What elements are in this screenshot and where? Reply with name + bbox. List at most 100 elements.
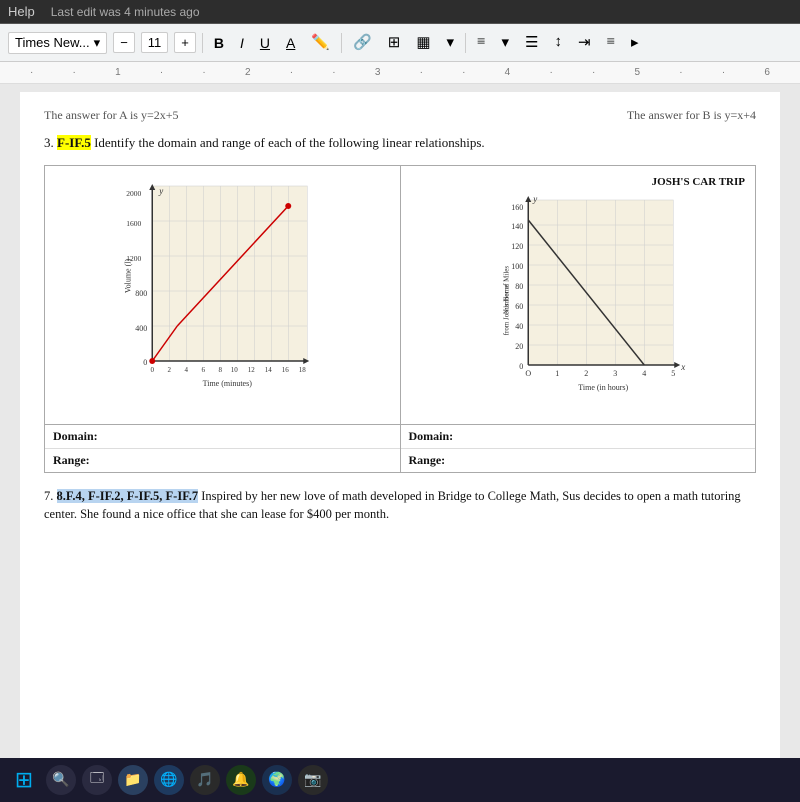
- domain-row-left: Domain:: [45, 425, 400, 449]
- svg-text:80: 80: [515, 282, 523, 291]
- camera-icon: 📷: [304, 772, 321, 789]
- svg-text:2: 2: [168, 366, 172, 374]
- svg-text:160: 160: [511, 203, 523, 212]
- image-icon[interactable]: ⊞: [383, 31, 406, 54]
- svg-text:0: 0: [519, 362, 523, 371]
- svg-text:800: 800: [135, 289, 147, 298]
- toolbar: Times New... ▾ − 11 + B I U A ✏️ 🔗 ⊞ ▦ ▾…: [0, 24, 800, 62]
- svg-text:20: 20: [515, 342, 523, 351]
- align-dropdown-icon[interactable]: ▾: [497, 31, 515, 54]
- font-size-minus[interactable]: −: [113, 32, 135, 53]
- question-3-header: 3. F-IF.5 Identify the domain and range …: [44, 133, 756, 153]
- toolbar-separator-1: [202, 33, 203, 53]
- align-icon[interactable]: ≡: [472, 32, 490, 53]
- svg-text:1600: 1600: [126, 219, 141, 228]
- svg-text:3: 3: [613, 369, 617, 378]
- list-icon[interactable]: ☰: [520, 31, 543, 54]
- file-explorer-button[interactable]: 📁: [118, 765, 148, 795]
- dr-left: Domain: Range:: [45, 425, 401, 472]
- menu-bar: Help Last edit was 4 minutes ago: [0, 0, 800, 24]
- graph2-box: JOSH'S CAR TRIP: [401, 166, 756, 424]
- previous-answers: The answer for A is y=2x+5 The answer fo…: [44, 108, 756, 123]
- range-row-left: Range:: [45, 449, 400, 472]
- graph2-title: JOSH'S CAR TRIP: [411, 176, 746, 188]
- svg-text:1: 1: [555, 369, 559, 378]
- question-3-text: Identify the domain and range of each of…: [94, 135, 485, 150]
- font-selector[interactable]: Times New... ▾: [8, 32, 107, 54]
- font-size-input[interactable]: 11: [141, 32, 169, 53]
- expand-icon[interactable]: ▸: [626, 31, 644, 54]
- svg-text:Time (in hours): Time (in hours): [578, 383, 628, 392]
- task-view-icon: 🗔: [90, 769, 104, 791]
- ruler: ··1·· 2··3· ·4··5 ··6: [0, 62, 800, 84]
- dr-right: Domain: Range:: [401, 425, 756, 472]
- svg-text:140: 140: [511, 222, 523, 231]
- domain-range-table: Domain: Range: Domain: Range:: [44, 425, 756, 473]
- answer-a-text: The answer for A is y=2x+5: [44, 108, 179, 123]
- svg-text:Time (minutes): Time (minutes): [203, 379, 253, 388]
- domain-label-left: Domain:: [53, 429, 98, 444]
- last-edit-status: Last edit was 4 minutes ago: [51, 5, 200, 19]
- bold-button[interactable]: B: [209, 33, 229, 53]
- indent-icon[interactable]: ⇥: [573, 31, 596, 54]
- camera-button[interactable]: 📷: [298, 765, 328, 795]
- range-row-right: Range:: [401, 449, 756, 472]
- help-menu[interactable]: Help: [8, 4, 35, 19]
- underline-button[interactable]: U: [255, 33, 275, 53]
- toolbar-separator-2: [341, 33, 342, 53]
- domain-row-right: Domain:: [401, 425, 756, 449]
- browser-button[interactable]: 🌐: [154, 765, 184, 795]
- doc-content: The answer for A is y=2x+5 The answer fo…: [0, 84, 800, 802]
- svg-text:40: 40: [515, 322, 523, 331]
- link-icon[interactable]: 🔗: [348, 31, 377, 54]
- windows-logo-icon: ⊞: [15, 767, 33, 793]
- italic-button[interactable]: I: [235, 33, 249, 53]
- svg-text:0: 0: [151, 366, 155, 374]
- font-color-button[interactable]: A: [281, 33, 300, 53]
- domain-label-right: Domain:: [409, 429, 454, 444]
- svg-text:6: 6: [202, 366, 206, 374]
- notification-icon: 🔔: [232, 772, 249, 789]
- font-name-label: Times New...: [15, 35, 90, 50]
- question-7-standard: 8.F.4, F-IF.2, F-IF.5, F-IF.7: [57, 489, 199, 503]
- media-button[interactable]: 🎵: [190, 765, 220, 795]
- range-label-left: Range:: [53, 453, 90, 468]
- spacing-icon[interactable]: ↕: [549, 32, 567, 53]
- globe-button[interactable]: 🌍: [262, 765, 292, 795]
- more-options-icon[interactable]: ≡: [602, 32, 620, 53]
- svg-text:O: O: [525, 369, 531, 378]
- svg-text:120: 120: [511, 242, 523, 251]
- windows-start-button[interactable]: ⊞: [8, 764, 40, 796]
- svg-text:18: 18: [299, 366, 307, 374]
- svg-text:16: 16: [282, 366, 290, 374]
- pencil-icon[interactable]: ✏️: [306, 31, 335, 54]
- font-color-label: A: [286, 35, 295, 51]
- file-explorer-icon: 📁: [124, 772, 141, 789]
- svg-text:12: 12: [248, 366, 256, 374]
- svg-text:4: 4: [185, 366, 189, 374]
- task-view-button[interactable]: 🗔: [82, 765, 112, 795]
- table-dropdown-icon[interactable]: ▾: [442, 31, 460, 54]
- graphs-container: 0 400 800 1200 1600 2000 0 2 4 6 8 10 12: [44, 165, 756, 425]
- font-size-plus[interactable]: +: [174, 32, 196, 53]
- table-icon[interactable]: ▦: [411, 31, 435, 54]
- svg-text:8: 8: [219, 366, 223, 374]
- font-dropdown-arrow[interactable]: ▾: [94, 35, 101, 51]
- svg-text:Volume (l): Volume (l): [123, 258, 132, 293]
- range-label-right: Range:: [409, 453, 446, 468]
- search-taskbar-button[interactable]: 🔍: [46, 765, 76, 795]
- svg-text:10: 10: [231, 366, 239, 374]
- question-3-number: 3.: [44, 135, 54, 150]
- svg-text:2: 2: [584, 369, 588, 378]
- question-7: 7. 8.F.4, F-IF.2, F-IF.5, F-IF.7 Inspire…: [44, 487, 756, 525]
- editor-wrapper: Help Last edit was 4 minutes ago Times N…: [0, 0, 800, 802]
- taskbar: ⊞ 🔍 🗔 📁 🌐 🎵 🔔 🌍 📷: [0, 758, 800, 802]
- svg-text:y: y: [158, 186, 163, 196]
- answer-b-text: The answer for B is y=x+4: [627, 108, 756, 123]
- svg-text:400: 400: [135, 324, 147, 333]
- search-taskbar-icon: 🔍: [52, 772, 69, 789]
- svg-text:4: 4: [642, 369, 646, 378]
- graph1-svg: 0 400 800 1200 1600 2000 0 2 4 6 8 10 12: [55, 176, 390, 396]
- svg-text:0: 0: [143, 358, 147, 367]
- notification-button[interactable]: 🔔: [226, 765, 256, 795]
